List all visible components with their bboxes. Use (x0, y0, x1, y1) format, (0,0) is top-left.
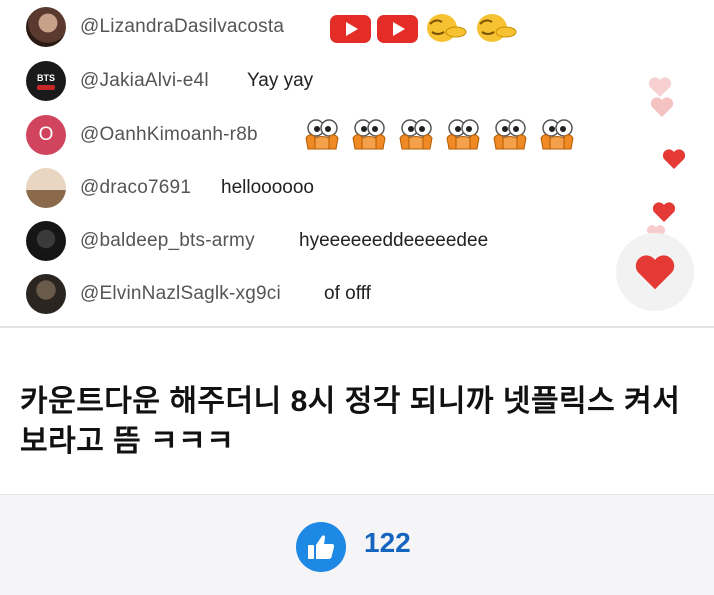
heart-icon (652, 202, 676, 222)
chat-message: hyeeeeeeddeeeeedee (299, 230, 489, 251)
avatar-logo-mark (37, 84, 55, 90)
avatar[interactable]: O (26, 115, 66, 155)
peek-eyes-icon (305, 119, 339, 150)
chat-username[interactable]: @draco7691 (80, 177, 191, 199)
chat-username[interactable]: @baldeep_bts-army (80, 230, 255, 252)
shush-face-icon (427, 14, 467, 42)
chat-emoji-group (330, 12, 518, 46)
peek-eyes-icon (540, 119, 574, 150)
chat-username[interactable]: @JakiaAlvi-e4l (80, 70, 209, 92)
live-chat: @LizandraDasilvacosta BTS @JakiaAlvi-e4l… (0, 0, 714, 327)
youtube-icon (330, 15, 371, 43)
thumbs-up-icon (308, 535, 335, 559)
avatar[interactable]: BTS (26, 61, 66, 101)
like-button[interactable] (296, 522, 346, 572)
chat-message: of offf (324, 283, 371, 304)
chat-message: helloooooo (221, 177, 314, 198)
send-heart-button[interactable] (616, 233, 694, 311)
heart-icon (650, 97, 674, 117)
avatar[interactable] (26, 7, 66, 47)
post-text-line: 보라고 뜸 ㅋㅋㅋ (20, 425, 235, 458)
post-body: 카운트다운 해주더니 8시 정각 되니까 넷플릭스 켜서 보라고 뜸 ㅋㅋㅋ (0, 328, 714, 494)
peek-eyes-icon (446, 119, 480, 150)
shush-face-icon (477, 14, 517, 42)
youtube-icon (377, 15, 418, 43)
peek-eyes-icon (352, 119, 386, 150)
avatar[interactable] (26, 168, 66, 208)
post-text: 카운트다운 해주더니 8시 정각 되니까 넷플릭스 켜서 보라고 뜸 ㅋㅋㅋ (20, 382, 700, 462)
avatar-initial: O (38, 124, 54, 145)
heart-icon (648, 77, 672, 97)
post-footer: 122 (0, 494, 714, 595)
chat-row: @LizandraDasilvacosta (0, 7, 600, 47)
heart-icon (662, 149, 686, 169)
peek-eyes-icon (399, 119, 433, 150)
chat-row: @baldeep_bts-army hyeeeeeeddeeeeedee (0, 221, 600, 261)
heart-icon (635, 255, 675, 290)
chat-message: Yay yay (247, 70, 314, 91)
chat-row: @ElvinNazlSaglk-xg9ci of offf (0, 274, 600, 314)
chat-username[interactable]: @LizandraDasilvacosta (80, 16, 284, 38)
avatar-logo-text: BTS (37, 72, 55, 83)
chat-username[interactable]: @ElvinNazlSaglk-xg9ci (80, 283, 281, 305)
avatar[interactable] (26, 221, 66, 261)
peek-eyes-icon (493, 119, 527, 150)
like-count: 122 (364, 527, 411, 558)
chat-row: @draco7691 helloooooo (0, 168, 600, 208)
avatar[interactable] (26, 274, 66, 314)
chat-emoji-group (303, 116, 576, 154)
post-text-line: 카운트다운 해주더니 8시 정각 되니까 넷플릭스 켜서 (20, 385, 681, 418)
chat-row: O @OanhKimoanh-r8b (0, 115, 600, 155)
chat-row: BTS @JakiaAlvi-e4l Yay yay (0, 61, 600, 101)
chat-username[interactable]: @OanhKimoanh-r8b (80, 124, 258, 146)
